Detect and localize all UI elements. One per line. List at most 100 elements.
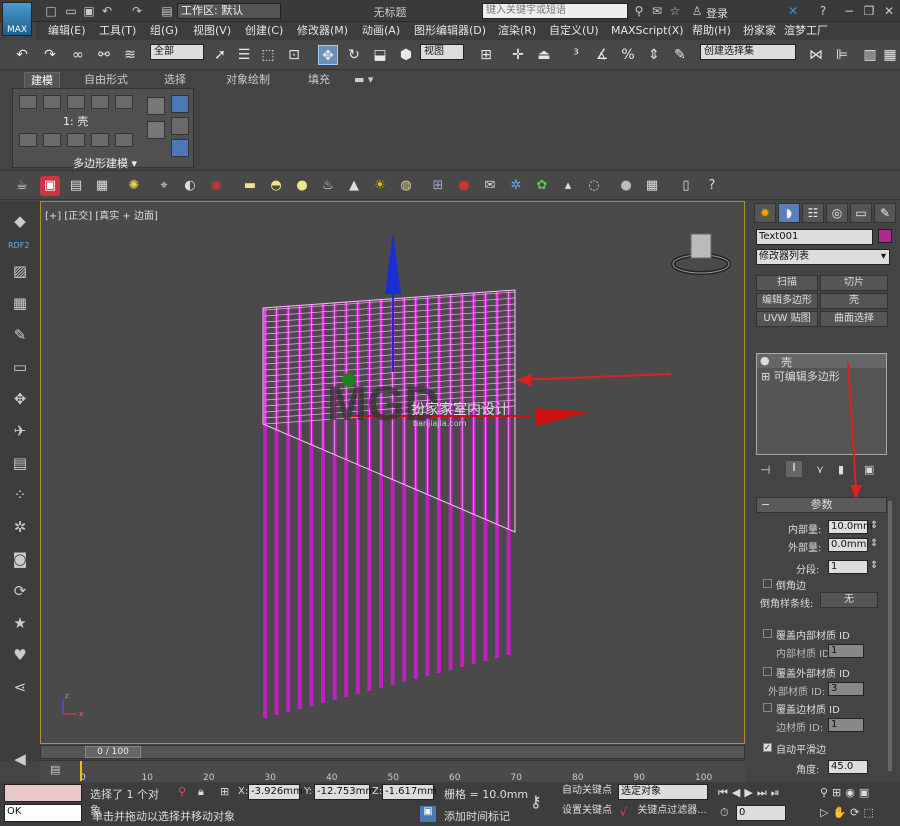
auto-key-button[interactable]: 自动关键点 [560, 784, 614, 800]
toggle-layer-explorer-icon[interactable]: ▦ [880, 45, 900, 65]
vray-displacement-icon[interactable]: ◌ [584, 176, 604, 196]
star-icon[interactable]: ★ [10, 613, 30, 633]
hierarchy-tab-icon[interactable]: ☷ [802, 203, 824, 223]
select-and-rotate-icon[interactable]: ↻ [344, 45, 364, 65]
sphere-light-icon[interactable]: ● [292, 176, 312, 196]
ribbon-group-label[interactable]: 多边形建模 ▾ [73, 155, 137, 171]
menu-edit[interactable]: 编辑(E) [48, 23, 86, 39]
menu-modifiers[interactable]: 修改器(M) [297, 23, 348, 39]
snaps-toggle-icon[interactable]: ³ [566, 45, 586, 65]
ribbon-tool-e-icon[interactable] [171, 139, 189, 157]
spinner-snap-icon[interactable]: ⇕ [644, 45, 664, 65]
edit-note-icon[interactable]: ✎ [10, 325, 30, 345]
camera-icon[interactable]: ⌖ [154, 176, 174, 196]
modify-tab-icon[interactable]: ◗ [778, 203, 800, 223]
element-level-icon[interactable] [115, 95, 133, 109]
menu-group[interactable]: 组(G) [150, 23, 178, 39]
pivot-point-icon[interactable]: ⊞ [476, 45, 496, 65]
user-icon[interactable]: ♙ [690, 4, 704, 18]
tab-populate[interactable]: 填充 [302, 72, 336, 88]
exchange-icon[interactable]: ✕ [786, 4, 800, 18]
bevel-spline-button[interactable]: 无 [820, 592, 878, 608]
set-key-icon[interactable]: ⚷ [530, 792, 542, 811]
menu-banjiajia[interactable]: 扮家家 [743, 23, 776, 39]
airplane-icon[interactable]: ✈ [10, 421, 30, 441]
add-time-tag-icon[interactable]: ▣ [420, 806, 436, 822]
time-config-icon[interactable]: ⏱ [720, 806, 729, 820]
isolate-icon[interactable]: ⚲ [178, 785, 186, 798]
override-inner-id-checkbox[interactable] [763, 629, 772, 638]
ribbon-tool-b-icon[interactable] [171, 95, 189, 113]
save-icon[interactable]: ▣ [82, 4, 96, 18]
menu-animation[interactable]: 动画(A) [362, 23, 400, 39]
pin-stack-icon[interactable] [115, 133, 133, 147]
minimize-icon[interactable]: − [842, 4, 856, 18]
select-and-scale-icon[interactable]: ⬓ [370, 45, 390, 65]
create-tab-icon[interactable]: ✹ [754, 203, 776, 223]
light-icon[interactable]: ✺ [124, 176, 144, 196]
share-icon[interactable]: ⋖ [10, 677, 30, 697]
current-frame-input[interactable]: 0 [736, 805, 786, 821]
bind-space-warp-icon[interactable]: ≋ [120, 45, 140, 65]
menu-views[interactable]: 视图(V) [193, 23, 231, 39]
new-file-icon[interactable]: □ [44, 4, 58, 18]
key-mode-dropdown[interactable]: 选定对象 [618, 784, 708, 800]
key-filters-button[interactable]: 关键点过滤器... [636, 804, 708, 820]
percent-snap-icon[interactable]: % [618, 45, 638, 65]
vray-plane-icon[interactable]: ✉ [480, 176, 500, 196]
sphere-half-icon[interactable]: ◐ [180, 176, 200, 196]
show-end-result-icon[interactable] [67, 133, 85, 147]
dots-icon[interactable]: ⁘ [10, 485, 30, 505]
vray-camera-icon[interactable]: ◉ [206, 176, 226, 196]
window-crossing-icon[interactable]: ⊡ [284, 45, 304, 65]
material-editor-icon[interactable]: ▦ [92, 176, 112, 196]
expand-icon[interactable]: ⊞ [761, 370, 770, 383]
selection-filter-dropdown[interactable]: 全部 [150, 44, 204, 60]
select-manipulate-icon[interactable]: ✛ [508, 45, 528, 65]
time-slider-thumb[interactable]: 0 / 100 [85, 746, 141, 758]
vray-grass-icon[interactable]: ✿ [532, 176, 552, 196]
bevel-edges-checkbox[interactable] [763, 579, 772, 588]
undo-icon[interactable]: ↶ [12, 45, 32, 65]
back-icon[interactable]: ◀ [10, 749, 30, 769]
keyboard-shortcut-override-icon[interactable]: ⏏ [534, 45, 554, 65]
select-by-name-icon[interactable]: ☰ [234, 45, 254, 65]
undo-icon[interactable]: ↶ [100, 4, 114, 18]
camera-icon[interactable]: ◙ [10, 549, 30, 569]
vray-material-icon[interactable]: ● [616, 176, 636, 196]
image-icon[interactable]: ▨ [10, 261, 30, 281]
refresh-icon[interactable]: ⟳ [10, 581, 30, 601]
y-coordinate-input[interactable]: -12.753mm [314, 784, 375, 800]
inner-amount-spinner[interactable]: ⇕ [870, 520, 878, 531]
ies-light-icon[interactable]: ▲ [344, 176, 364, 196]
ambient-light-icon[interactable]: ◍ [396, 176, 416, 196]
menu-maxscript[interactable]: MAXScript(X) [611, 23, 684, 39]
help-icon[interactable]: ? [816, 4, 830, 18]
maxscript-listener-input[interactable]: OK [4, 804, 82, 822]
settings-icon[interactable]: ✲ [10, 517, 30, 537]
edit-named-selection-icon[interactable]: ✎ [670, 45, 690, 65]
inbox-icon[interactable]: ▤ [10, 453, 30, 473]
ribbon-tool-a-icon[interactable] [147, 97, 165, 115]
rdf-logo-icon[interactable]: ◆ [10, 211, 30, 231]
maxscript-listener-top[interactable] [4, 784, 82, 802]
align-icon[interactable]: ⊫ [832, 45, 852, 65]
tab-selection[interactable]: 选择 [158, 72, 192, 88]
vray-proxy-icon[interactable]: ⊞ [428, 176, 448, 196]
modifier-list-dropdown[interactable]: 修改器列表 ▾ [756, 249, 890, 265]
outer-amount-input[interactable]: 0.0mm [828, 538, 868, 552]
binoculars-icon[interactable]: ⚲ [632, 4, 646, 18]
close-icon[interactable]: ✕ [882, 4, 896, 18]
ribbon-tool-c-icon[interactable] [147, 121, 165, 139]
set-key-button[interactable]: 设置关键点 [560, 804, 614, 820]
light-bulb-icon[interactable]: ● [760, 354, 770, 367]
modify-mode-icon[interactable] [19, 133, 37, 147]
login-link[interactable]: 登录 [706, 5, 728, 21]
add-time-tag-label[interactable]: 添加时间标记 [444, 808, 510, 824]
communication-center-icon[interactable]: ✉ [650, 4, 664, 18]
teapot-icon[interactable]: ☕ [12, 176, 32, 196]
override-outer-id-checkbox[interactable] [763, 667, 772, 676]
vray-sphere-icon[interactable]: ● [454, 176, 474, 196]
select-object-icon[interactable]: ➚ [210, 45, 230, 65]
viewport-nav-bottom[interactable]: ▷✋⟳⬚ [820, 806, 878, 819]
